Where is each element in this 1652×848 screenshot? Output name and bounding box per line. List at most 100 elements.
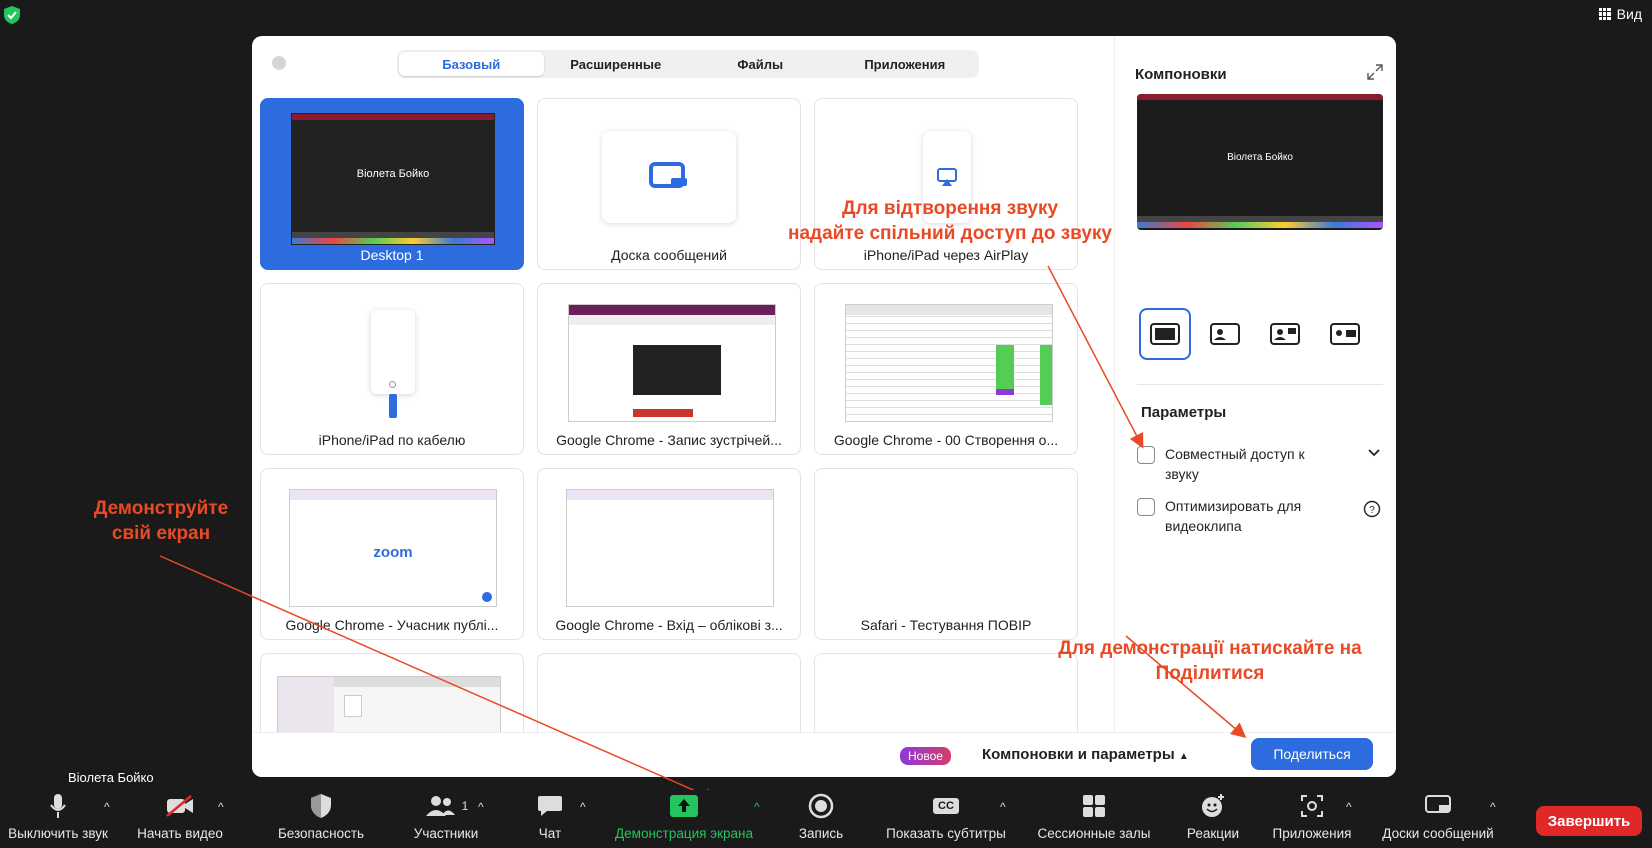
apps-icon: [1301, 795, 1323, 817]
mute-caret-icon[interactable]: ^: [104, 800, 110, 814]
optimize-video-checkbox[interactable]: [1137, 498, 1155, 516]
share-tile-chrome-3[interactable]: zoom Google Chrome - Учасник публі...: [260, 468, 524, 640]
participants-caret-icon[interactable]: ^: [478, 800, 484, 814]
caret-up-icon: ▲: [1178, 751, 1189, 762]
breakout-rooms-label: Сессионные залы: [1037, 826, 1151, 841]
window-thumbnail: [568, 304, 776, 422]
breakout-rooms-button[interactable]: Сессионные залы: [1030, 790, 1158, 848]
record-icon: [808, 793, 834, 819]
tab-advanced[interactable]: Расширенные: [544, 52, 689, 76]
record-label: Запись: [798, 826, 844, 841]
grid-icon: [1598, 8, 1611, 20]
start-video-button[interactable]: Начать видео: [130, 790, 230, 848]
apps-button[interactable]: Приложения: [1266, 790, 1358, 848]
participants-icon: [425, 796, 455, 816]
person-right-icon: [1330, 323, 1360, 345]
participant-name-tag: Віолета Бойко: [68, 770, 154, 785]
tile-label: Google Chrome - 00 Створення о...: [833, 432, 1059, 448]
shield-icon: [311, 794, 331, 818]
whiteboards-button[interactable]: Доски сообщений: [1370, 790, 1506, 848]
captions-caret-icon[interactable]: ^: [1000, 800, 1006, 814]
chat-caret-icon[interactable]: ^: [580, 800, 586, 814]
mute-button[interactable]: Выключить звук: [0, 790, 116, 848]
layouts-params-label: Компоновки и параметры: [982, 746, 1175, 763]
cable-icon: [389, 394, 397, 418]
share-tile-chrome-1[interactable]: Google Chrome - Запис зустрічей...: [537, 283, 801, 455]
layouts-title: Компоновки: [1135, 66, 1227, 83]
audio-annotation-line-2: надайте спільний доступ до звуку: [787, 223, 1112, 244]
participants-button[interactable]: 1 Участники: [396, 790, 496, 848]
layout-screen-only[interactable]: [1139, 308, 1191, 360]
share-annotation-line-2: Поділитися: [1155, 663, 1265, 684]
optimize-video-option: Оптимизировать для видеоклипа ?: [1137, 496, 1381, 536]
captions-button[interactable]: CC Показать субтитры: [878, 790, 1014, 848]
share-tile-chrome-4[interactable]: Google Chrome - Вхід – облікові з...: [537, 468, 801, 640]
desktop-thumbnail: Віолета Бойко: [291, 113, 495, 245]
tile-label: Desktop 1: [360, 247, 424, 263]
participants-label: Участники: [413, 826, 479, 841]
tile-label: Safari - Тестування ПОВІР: [860, 617, 1032, 633]
person-left-icon: [1270, 323, 1300, 345]
tab-files[interactable]: Файлы: [688, 52, 833, 76]
microphone-icon: [50, 794, 66, 818]
tile-label: Google Chrome - Учасник публі...: [285, 617, 499, 633]
video-caret-icon[interactable]: ^: [218, 800, 224, 814]
share-tile-desktop[interactable]: Віолета Бойко Desktop 1: [260, 98, 524, 270]
share-button[interactable]: Поделиться: [1251, 738, 1373, 770]
chat-button[interactable]: Чат: [520, 790, 580, 848]
captions-label: Показать субтитры: [886, 826, 1006, 841]
tab-basic[interactable]: Базовый: [399, 52, 544, 76]
share-annotation: Для демонстрації натискайте на Поділитис…: [1040, 636, 1380, 686]
reactions-button[interactable]: Реакции: [1176, 790, 1250, 848]
share-annotation-line-1: Для демонстрації натискайте на: [1058, 638, 1362, 659]
record-button[interactable]: Запись: [786, 790, 856, 848]
close-dialog-button[interactable]: [272, 56, 286, 70]
layout-person-left[interactable]: [1259, 308, 1311, 360]
security-shield-icon: [4, 6, 20, 24]
view-button[interactable]: Вид: [1598, 6, 1642, 22]
tab-apps[interactable]: Приложения: [833, 52, 978, 76]
desktop-thumb-name: Віолета Бойко: [356, 168, 430, 180]
meeting-toolbar: Выключить звук ^ Начать видео ^ Безопасн…: [0, 790, 1652, 848]
share-tile-chrome-2[interactable]: Google Chrome - 00 Створення о...: [814, 283, 1078, 455]
layouts-sidebar: Компоновки Віолета Бойко Параметры Совме…: [1114, 36, 1396, 732]
share-tile-iphone-cable[interactable]: iPhone/iPad по кабелю: [260, 283, 524, 455]
view-label: Вид: [1616, 6, 1642, 22]
share-audio-checkbox[interactable]: [1137, 446, 1155, 464]
params-title: Параметры: [1141, 404, 1227, 421]
share-screen-button[interactable]: Демонстрация экрана: [604, 790, 764, 848]
share-caret-icon[interactable]: ^: [754, 800, 760, 814]
security-button[interactable]: Безопасность: [266, 790, 376, 848]
layouts-params-toggle[interactable]: Компоновки и параметры ▲: [982, 746, 1189, 763]
help-icon[interactable]: ?: [1363, 500, 1381, 518]
share-tile-safari[interactable]: Safari - Тестування ПОВІР: [814, 468, 1078, 640]
end-meeting-button[interactable]: Завершить: [1536, 806, 1642, 836]
whiteboards-caret-icon[interactable]: ^: [1490, 800, 1496, 814]
tile-label: iPhone/iPad по кабелю: [318, 432, 466, 448]
layout-preview: Віолета Бойко: [1137, 94, 1383, 230]
breakout-rooms-icon: [1083, 795, 1105, 817]
audio-annotation-line-1: Для відтворення звуку: [841, 198, 1059, 219]
layout-person-right[interactable]: [1319, 308, 1371, 360]
security-label: Безопасность: [277, 826, 365, 841]
chevron-down-icon[interactable]: [1367, 448, 1381, 458]
expand-icon[interactable]: [1367, 64, 1383, 80]
whiteboard-icon: [1425, 795, 1451, 813]
share-screen-label: Демонстрация экрана: [615, 826, 753, 841]
captions-icon: CC: [933, 798, 959, 814]
reactions-label: Реакции: [1186, 826, 1240, 841]
apps-caret-icon[interactable]: ^: [1346, 800, 1352, 814]
tile-label: Google Chrome - Запис зустрічей...: [556, 432, 782, 448]
video-off-icon: [166, 795, 193, 817]
window-thumbnail: zoom: [289, 489, 497, 607]
layout-screen-with-person[interactable]: [1199, 308, 1251, 360]
svg-text:?: ?: [1369, 505, 1375, 516]
screen-annotation-line-2: свій екран: [111, 523, 211, 544]
apps-label: Приложения: [1272, 826, 1352, 841]
tile-label: iPhone/iPad через AirPlay: [863, 247, 1029, 263]
screen-annotation: Демонструйте свій екран: [66, 496, 256, 546]
audio-annotation: Для відтворення звуку надайте спільний д…: [760, 196, 1140, 246]
chat-icon: [538, 796, 562, 816]
whiteboard-icon: [602, 131, 736, 223]
share-audio-label: Совместный доступ к звуку: [1165, 446, 1305, 482]
